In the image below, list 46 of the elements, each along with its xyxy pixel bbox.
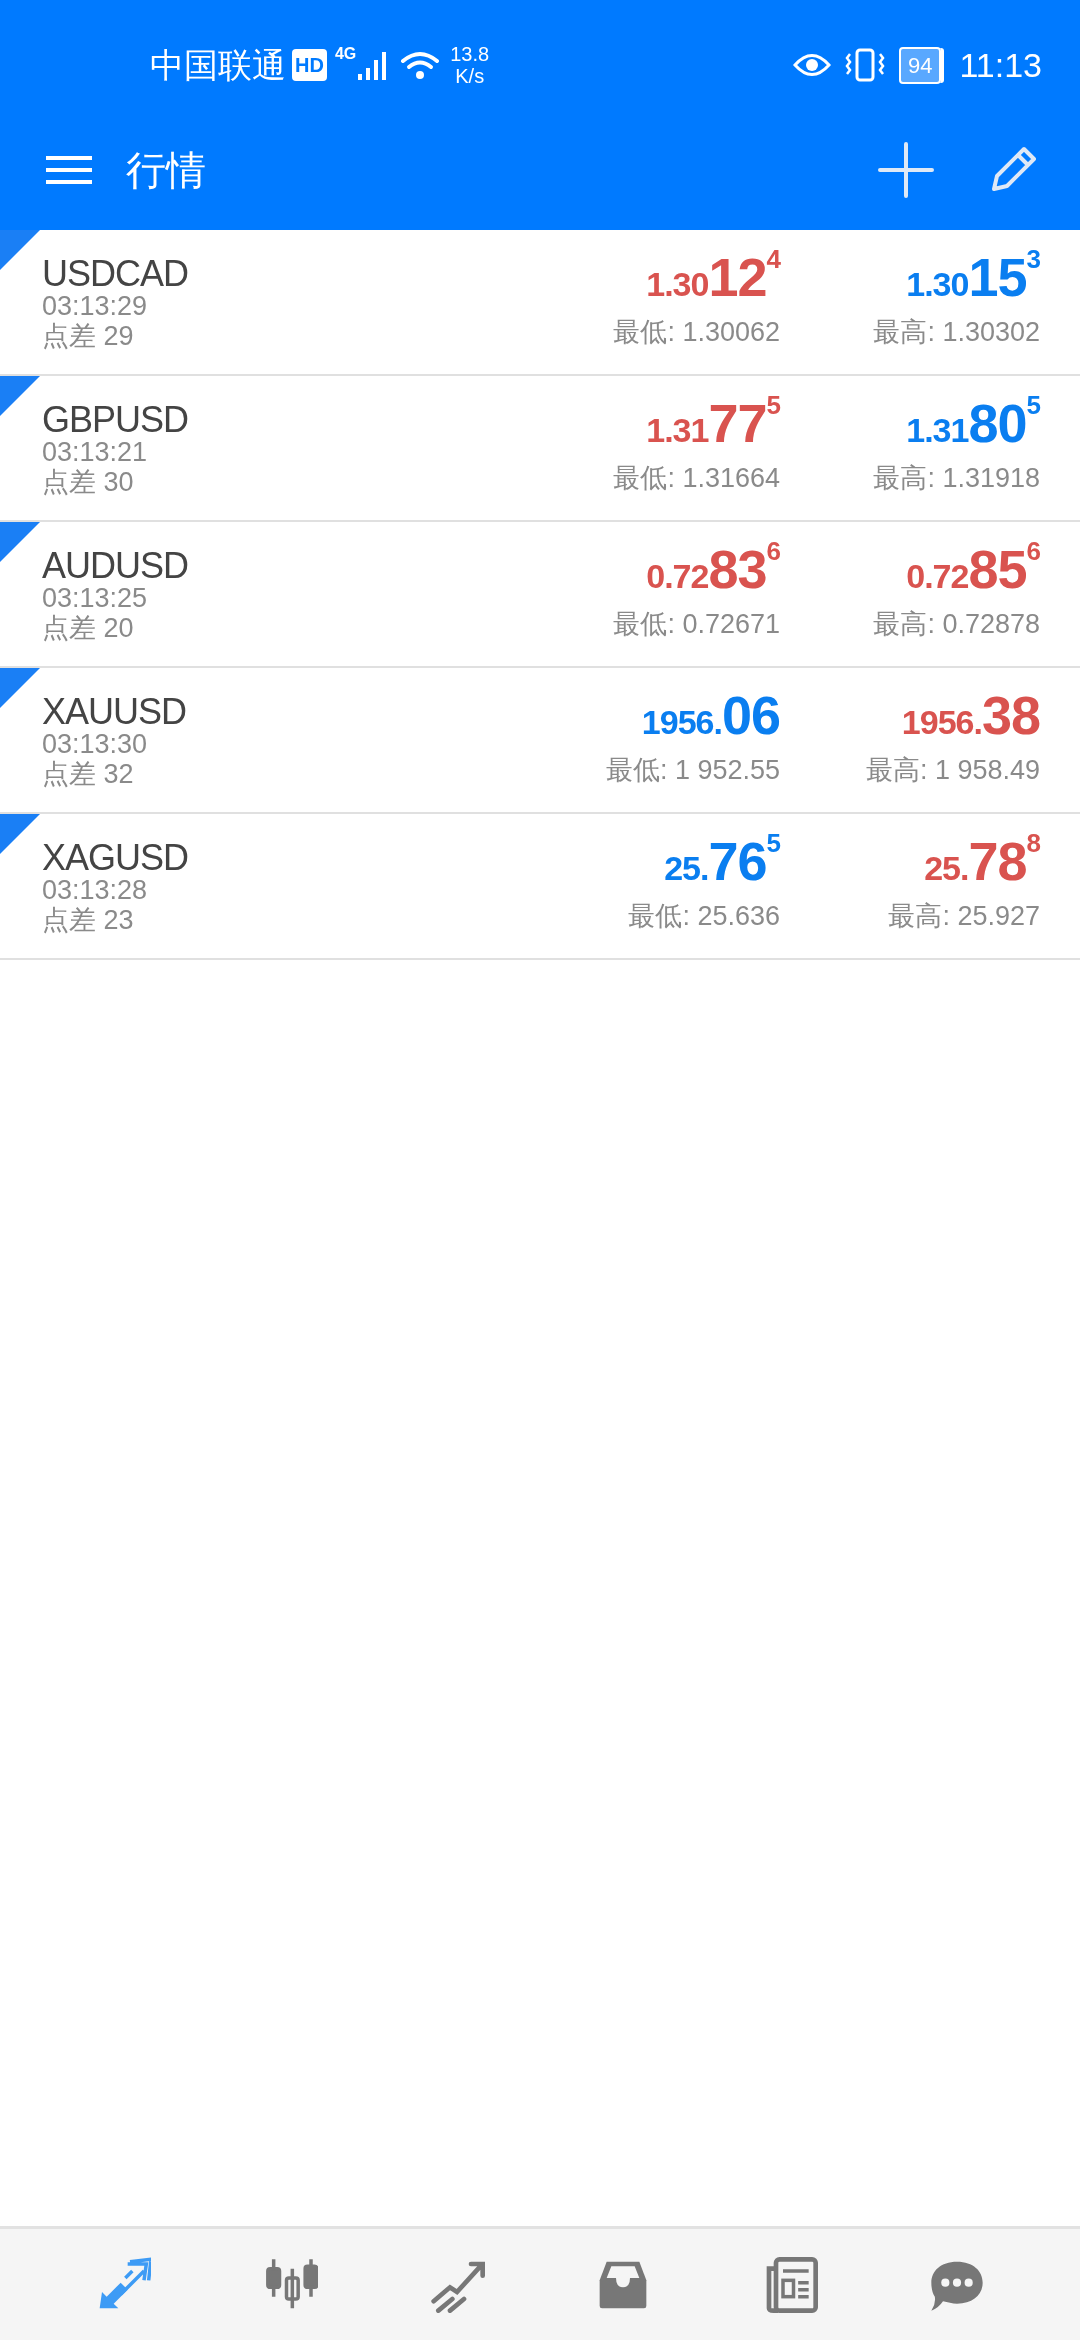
quote-time: 03:13:30 [42, 730, 149, 760]
high-price: 最高: 1.30302 [873, 316, 1040, 349]
eye-icon [792, 52, 831, 78]
vibrate-icon [844, 48, 885, 82]
spread-label: 点差 32 [42, 759, 135, 790]
low-price: 最低: 25.636 [628, 900, 780, 933]
symbol-name: XAUUSD [42, 694, 187, 730]
symbol-name: USDCAD [42, 256, 188, 292]
symbol-name: XAGUSD [42, 840, 189, 876]
high-price: 最高: 0.72878 [873, 608, 1040, 641]
hd-badge: HD [292, 49, 327, 81]
battery-indicator: 94 [898, 46, 942, 84]
corner-mark [0, 230, 40, 270]
symbol-name: GBPUSD [42, 402, 189, 438]
corner-mark [0, 814, 40, 854]
speed-value: 13.8 [450, 43, 490, 65]
corner-mark [0, 522, 40, 562]
high-price: 最高: 25.927 [888, 900, 1040, 933]
screen-title: 行情 [126, 147, 206, 194]
quote-time: 03:13:29 [42, 292, 149, 322]
add-button[interactable] [878, 142, 934, 198]
clock-time: 11:13 [959, 44, 1042, 86]
wifi-icon [400, 50, 441, 80]
quote-time: 03:13:21 [42, 438, 149, 468]
spread-label: 点差 20 [42, 613, 135, 644]
symbol-name: AUDUSD [42, 548, 188, 584]
low-price: 最低: 1.30062 [613, 316, 780, 349]
low-price: 最低: 1 952.55 [605, 754, 780, 787]
quote-time: 03:13:28 [42, 876, 149, 906]
signal-icon [358, 50, 389, 80]
low-price: 最低: 0.72671 [613, 608, 780, 641]
high-price: 最高: 1 958.49 [865, 754, 1040, 787]
menu-button[interactable] [46, 154, 92, 186]
spread-label: 点差 29 [42, 321, 135, 352]
corner-mark [0, 376, 40, 416]
network-type: 4G [334, 44, 357, 64]
quote-time: 03:13:25 [42, 584, 149, 614]
low-price: 最低: 1.31664 [613, 462, 780, 495]
ask-price: 1956.38 [901, 688, 1040, 742]
speed-unit: K/s [455, 65, 485, 87]
high-price: 最高: 1.31918 [873, 462, 1040, 495]
spread-label: 点差 23 [42, 905, 135, 936]
carrier-name: 中国联通 [150, 44, 286, 86]
spread-label: 点差 30 [42, 467, 135, 498]
bid-price: 1956.06 [641, 688, 780, 742]
corner-mark [0, 668, 40, 708]
